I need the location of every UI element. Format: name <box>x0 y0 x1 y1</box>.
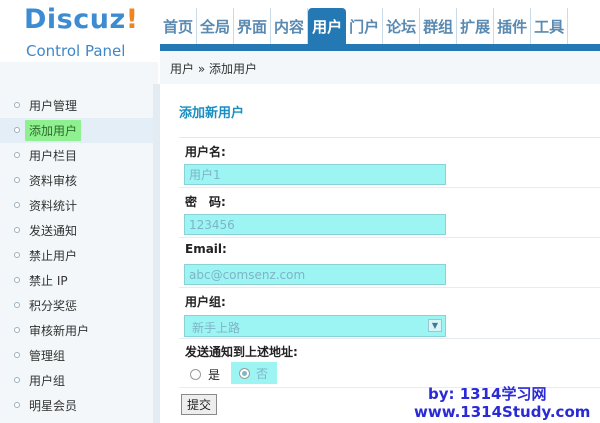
nav-portal[interactable]: 门户 <box>346 8 384 44</box>
divider <box>179 187 600 188</box>
bullet-icon <box>14 402 20 408</box>
divider <box>179 137 600 138</box>
watermark-line-2: www.1314Study.com <box>414 403 591 421</box>
sidebar-top-band <box>0 62 158 84</box>
bullet-icon <box>14 302 20 308</box>
bullet-icon <box>14 252 20 258</box>
bullet-icon <box>14 277 20 283</box>
sidebar: 用户管理 添加用户 用户栏目 资料审核 资料统计 发送通知 禁止用户 禁止 IP… <box>0 84 153 423</box>
breadcrumb: 用户 » 添加用户 <box>170 62 257 76</box>
sidebar-item-user-management[interactable]: 用户管理 <box>0 93 153 118</box>
sidebar-item-profile-review[interactable]: 资料审核 <box>0 168 153 193</box>
sidebar-item-label: 用户管理 <box>29 99 78 113</box>
bullet-icon <box>14 177 20 183</box>
nav-forum[interactable]: 论坛 <box>383 8 421 44</box>
sidebar-item-label: 管理组 <box>29 349 66 363</box>
sidebar-item-ban-user[interactable]: 禁止用户 <box>0 243 153 268</box>
sidebar-item-admin-groups[interactable]: 管理组 <box>0 343 153 368</box>
bullet-icon <box>14 377 20 383</box>
usergroup-label: 用户组: <box>185 295 226 309</box>
submit-button[interactable]: 提交 <box>181 394 218 415</box>
sidebar-item-label: 资料统计 <box>29 199 78 213</box>
breadcrumb-bar: 用户 » 添加用户 <box>160 51 600 85</box>
bullet-icon <box>14 202 20 208</box>
sidebar-item-label: 资料审核 <box>29 174 78 188</box>
nav-groups[interactable]: 群组 <box>420 8 458 44</box>
main-content: 添加新用户 用户名: 密 码: Email: 用户组: 新手上路 ▼ 发送通知到… <box>160 84 600 423</box>
notify-yes-label: 是 <box>208 368 221 382</box>
page-title: 添加新用户 <box>179 106 245 121</box>
email-input[interactable] <box>184 264 446 285</box>
bullet-icon <box>14 127 20 133</box>
header: Discuz! Control Panel 首页 全局 界面 内容 用户 门户 … <box>0 0 600 60</box>
sidebar-item-credit-rewards[interactable]: 积分奖惩 <box>0 293 153 318</box>
sidebar-item-label: 禁止用户 <box>29 249 78 263</box>
notify-no-option[interactable]: 否 <box>231 362 277 384</box>
nav-tools[interactable]: 工具 <box>531 8 569 44</box>
username-input[interactable] <box>184 164 446 185</box>
logo-wordmark: Discuz! <box>24 4 139 35</box>
sidebar-item-send-notice[interactable]: 发送通知 <box>0 218 153 243</box>
sidebar-item-user-groups[interactable]: 用户组 <box>0 368 153 393</box>
chevron-down-icon[interactable]: ▼ <box>428 319 442 332</box>
sidebar-item-label: 积分奖惩 <box>29 299 78 313</box>
notify-no-radio[interactable] <box>239 368 250 379</box>
logo-subtitle: Control Panel <box>26 42 126 60</box>
notify-no-label: 否 <box>256 367 269 381</box>
sidebar-divider <box>153 84 160 423</box>
sidebar-item-add-user[interactable]: 添加用户 <box>0 118 153 143</box>
watermark-line-1: by: 1314学习网 <box>428 385 547 403</box>
usergroup-select[interactable]: 新手上路 ▼ <box>184 315 446 337</box>
sidebar-item-review-new-users[interactable]: 审核新用户 <box>0 318 153 343</box>
sidebar-item-star-members[interactable]: 明星会员 <box>0 393 153 418</box>
nav-plugins[interactable]: 插件 <box>494 8 532 44</box>
nav-users[interactable]: 用户 <box>308 8 347 44</box>
notify-label: 发送通知到上述地址: <box>185 345 298 359</box>
divider <box>179 338 600 339</box>
sidebar-item-label: 用户栏目 <box>29 149 78 163</box>
usergroup-selected-value: 新手上路 <box>192 321 241 335</box>
nav-global[interactable]: 全局 <box>197 8 235 44</box>
notify-yes-radio[interactable] <box>190 369 201 380</box>
email-label: Email: <box>185 242 227 256</box>
nav-content[interactable]: 内容 <box>271 8 309 44</box>
sidebar-item-label: 明星会员 <box>29 399 78 413</box>
sidebar-item-ban-ip[interactable]: 禁止 IP <box>0 268 153 293</box>
logo[interactable]: Discuz! Control Panel <box>0 0 158 60</box>
sidebar-item-label: 审核新用户 <box>29 324 90 338</box>
bullet-icon <box>14 352 20 358</box>
sidebar-item-label: 添加用户 <box>25 120 82 141</box>
nav-extensions[interactable]: 扩展 <box>457 8 495 44</box>
top-nav: 首页 全局 界面 内容 用户 门户 论坛 群组 扩展 插件 工具 <box>160 8 569 44</box>
nav-interface[interactable]: 界面 <box>234 8 272 44</box>
sidebar-item-label: 用户组 <box>29 374 66 388</box>
sidebar-item-profile-stats[interactable]: 资料统计 <box>0 193 153 218</box>
divider <box>179 237 600 238</box>
nav-underline-bar <box>160 44 600 51</box>
bullet-icon <box>14 102 20 108</box>
divider <box>179 287 600 288</box>
bullet-icon <box>14 227 20 233</box>
sidebar-item-label: 禁止 IP <box>29 274 68 288</box>
sidebar-item-user-columns[interactable]: 用户栏目 <box>0 143 153 168</box>
nav-home[interactable]: 首页 <box>160 8 198 44</box>
sidebar-item-label: 发送通知 <box>29 224 78 238</box>
password-label: 密 码: <box>185 195 226 209</box>
bullet-icon <box>14 152 20 158</box>
username-label: 用户名: <box>185 145 226 159</box>
bullet-icon <box>14 327 20 333</box>
password-input[interactable] <box>184 214 446 235</box>
